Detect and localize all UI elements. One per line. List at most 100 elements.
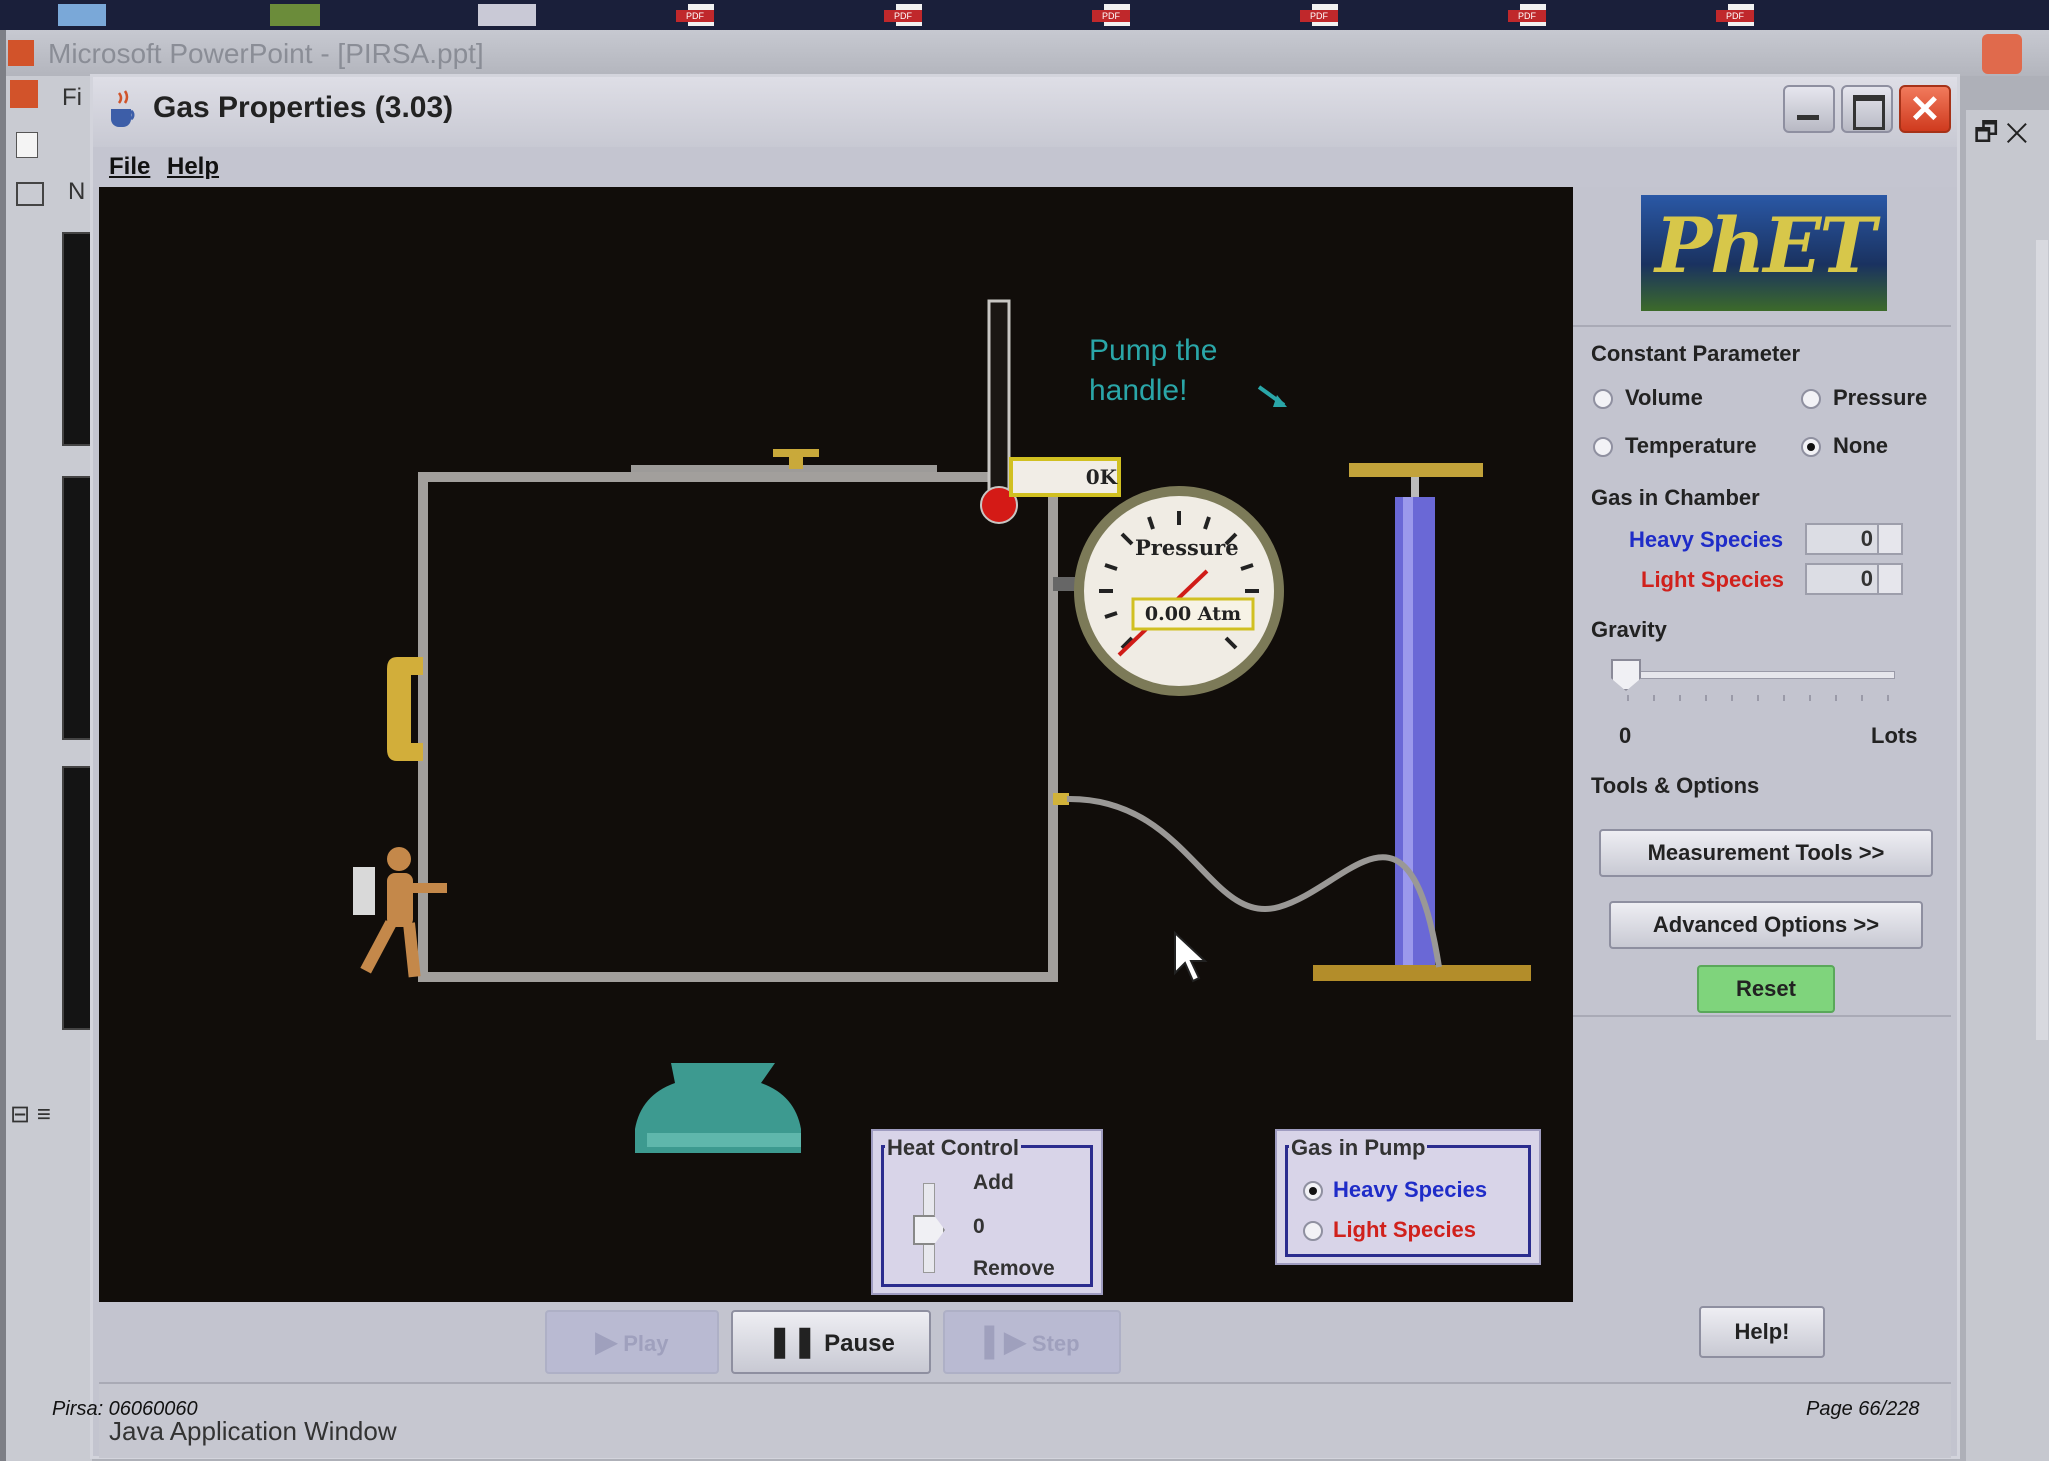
gas-chamber bbox=[418, 472, 1058, 982]
gas-in-pump-title: Gas in Pump bbox=[1289, 1135, 1428, 1161]
heater-base bbox=[647, 1133, 801, 1147]
pressure-readout: 0.00 Atm bbox=[1144, 603, 1242, 625]
pump-cylinder bbox=[1395, 497, 1435, 967]
pirsa-source-label: Pirsa: 06060060 bbox=[52, 1398, 198, 1420]
pump-rod bbox=[1411, 477, 1419, 497]
play-button[interactable]: ▶ Play bbox=[545, 1310, 719, 1374]
gas-in-chamber-heading: Gas in Chamber bbox=[1591, 485, 1760, 510]
panel-divider bbox=[1573, 325, 1951, 327]
volume-radio[interactable] bbox=[1593, 389, 1613, 409]
pdf-file-icon[interactable]: PDF bbox=[884, 4, 934, 26]
pressure-radio[interactable] bbox=[1801, 389, 1821, 409]
maximize-button[interactable] bbox=[1841, 85, 1893, 133]
minimize-icon bbox=[1797, 115, 1819, 120]
close-button[interactable]: ✕ bbox=[1899, 85, 1951, 133]
measurement-tools-button[interactable]: Measurement Tools >> bbox=[1599, 829, 1933, 877]
volume-label[interactable]: Volume bbox=[1625, 385, 1703, 411]
gravity-heading: Gravity bbox=[1591, 617, 1667, 642]
new-document-icon[interactable] bbox=[16, 132, 38, 158]
close-icon: ✕ bbox=[1909, 89, 1941, 131]
heat-remove-label: Remove bbox=[973, 1257, 1055, 1280]
pump-hose bbox=[1066, 795, 1442, 968]
powerpoint-scrollbar[interactable] bbox=[2036, 240, 2048, 1040]
thermometer-readout: 0K bbox=[1085, 465, 1117, 489]
minimize-button[interactable] bbox=[1783, 85, 1835, 133]
pdf-file-icon[interactable]: PDF bbox=[1092, 4, 1142, 26]
mouse-cursor-icon bbox=[1174, 930, 1208, 983]
tools-options-heading: Tools & Options bbox=[1591, 773, 1760, 798]
lid-handle-top bbox=[773, 449, 819, 457]
window-titlebar[interactable]: Gas Properties (3.03) ✕ bbox=[93, 77, 1957, 147]
pdf-file-icon[interactable]: PDF bbox=[1508, 4, 1558, 26]
lid-handle-stem bbox=[789, 457, 803, 469]
powerpoint-close-icon[interactable] bbox=[1982, 34, 2022, 74]
desktop-icon-strip: PDF PDF PDF PDF PDF PDF bbox=[0, 0, 2049, 30]
step-icon: ▌▶ bbox=[984, 1326, 1026, 1357]
phet-logo-text: PhET bbox=[1655, 201, 1876, 290]
restore-close-icons[interactable]: 🗗 ✕ bbox=[1974, 114, 2028, 158]
gas-in-pump-panel: Gas in Pump Heavy Species Light Species bbox=[1275, 1129, 1541, 1265]
gravity-ticks bbox=[1627, 695, 1893, 701]
gravity-min-label: 0 bbox=[1619, 723, 1632, 748]
menu-file[interactable]: File bbox=[109, 153, 150, 181]
pump-heavy-label[interactable]: Heavy Species bbox=[1333, 1177, 1487, 1203]
heat-control-title: Heat Control bbox=[885, 1135, 1021, 1161]
status-bar: Java Application Window bbox=[99, 1382, 1951, 1458]
powerpoint-menu-fragment[interactable]: Fi bbox=[62, 84, 82, 112]
view-buttons-icon[interactable]: ⊟ ≡ bbox=[10, 1100, 51, 1129]
help-button[interactable]: Help! bbox=[1699, 1306, 1825, 1358]
temperature-label[interactable]: Temperature bbox=[1625, 433, 1757, 459]
page-number-label: Page 66/228 bbox=[1806, 1398, 1920, 1420]
powerpoint-right-pane: 🗗 ✕ bbox=[1966, 110, 2049, 1461]
light-species-spinner[interactable]: 0 bbox=[1805, 563, 1903, 595]
powerpoint-toolbar-fragment: N bbox=[68, 178, 86, 205]
play-label: Play bbox=[623, 1331, 669, 1356]
control-panel: PhET Constant Parameter Volume Pressure … bbox=[1573, 187, 1951, 1302]
desktop-icon[interactable] bbox=[270, 4, 320, 26]
step-label: Step bbox=[1031, 1331, 1080, 1356]
gravity-slider-track[interactable] bbox=[1623, 671, 1895, 679]
gravity-max-label: Lots bbox=[1871, 723, 1918, 748]
pause-label: Pause bbox=[824, 1330, 895, 1357]
pdf-file-icon[interactable]: PDF bbox=[1300, 4, 1350, 26]
playback-bar: ▶ Play ❚❚ Pause ▌▶ Step Help! bbox=[99, 1302, 1951, 1382]
pump-hint-text: Pump the handle! bbox=[1089, 331, 1217, 411]
none-radio[interactable] bbox=[1801, 437, 1821, 457]
temperature-radio[interactable] bbox=[1593, 437, 1613, 457]
desktop-icon[interactable] bbox=[478, 4, 536, 26]
hose-connector bbox=[1053, 793, 1069, 805]
chamber-heavy-label: Heavy Species bbox=[1629, 527, 1784, 552]
hint-line-2: handle! bbox=[1089, 374, 1188, 407]
wall-handle bbox=[387, 657, 423, 761]
panel-divider-bottom bbox=[1573, 1015, 1951, 1017]
powerpoint-icon bbox=[8, 40, 34, 66]
chamber-light-label: Light Species bbox=[1641, 567, 1785, 592]
window-title: Gas Properties (3.03) bbox=[153, 91, 454, 124]
pause-icon: ❚❚ bbox=[767, 1325, 818, 1358]
reset-button[interactable]: Reset bbox=[1697, 965, 1835, 1013]
pressure-label[interactable]: Pressure bbox=[1833, 385, 1927, 411]
advanced-options-button[interactable]: Advanced Options >> bbox=[1609, 901, 1923, 949]
pump-heavy-radio[interactable] bbox=[1303, 1181, 1323, 1201]
pdf-file-icon[interactable]: PDF bbox=[1716, 4, 1766, 26]
gravity-slider-thumb[interactable] bbox=[1611, 659, 1641, 691]
pump-cylinder-highlight bbox=[1403, 497, 1413, 967]
maximize-icon bbox=[1853, 95, 1885, 130]
heat-control-panel: Heat Control Add 0 Remove bbox=[871, 1129, 1103, 1295]
phet-logo: PhET bbox=[1641, 195, 1887, 311]
gas-properties-window: Gas Properties (3.03) ✕ File Help 0K Pre… bbox=[90, 74, 1960, 1459]
heavy-species-spinner[interactable]: 0 bbox=[1805, 523, 1903, 555]
menu-help[interactable]: Help bbox=[167, 153, 219, 181]
none-label[interactable]: None bbox=[1833, 433, 1888, 459]
simulation-canvas[interactable]: 0K Pressure 0.00 Atm Pump the handle! He… bbox=[99, 187, 1573, 1302]
outline-icon[interactable] bbox=[16, 182, 44, 206]
play-icon: ▶ bbox=[595, 1326, 618, 1357]
pdf-file-icon[interactable]: PDF bbox=[676, 4, 726, 26]
heat-zero-label: 0 bbox=[973, 1215, 985, 1238]
hint-line-1: Pump the bbox=[1089, 334, 1218, 367]
pump-light-radio[interactable] bbox=[1303, 1221, 1323, 1241]
pause-button[interactable]: ❚❚ Pause bbox=[731, 1310, 931, 1374]
step-button[interactable]: ▌▶ Step bbox=[943, 1310, 1121, 1374]
desktop-icon[interactable] bbox=[58, 4, 106, 26]
pump-light-label[interactable]: Light Species bbox=[1333, 1217, 1476, 1243]
